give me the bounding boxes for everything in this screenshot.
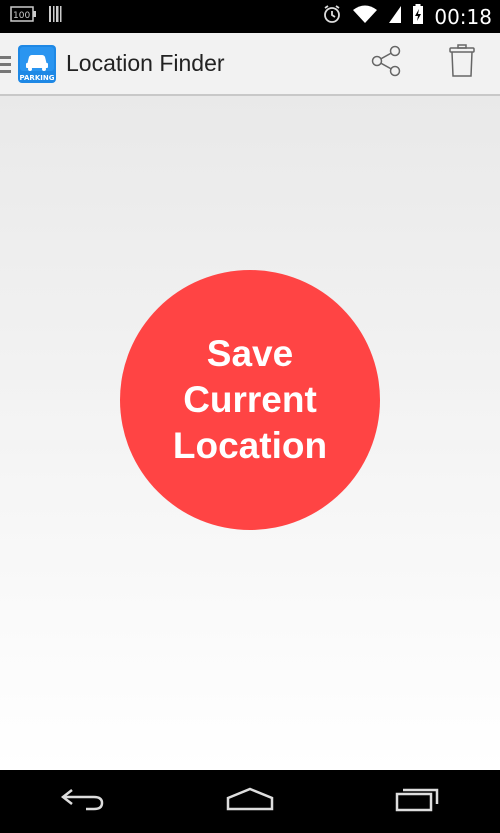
app-icon[interactable]: PARKING: [18, 44, 56, 83]
status-bar: 100 00:18: [0, 0, 500, 33]
trash-icon: [447, 43, 477, 84]
signal-icon: [388, 4, 402, 29]
save-location-label: Save Current Location: [172, 333, 328, 466]
recents-icon: [394, 786, 440, 817]
recents-button[interactable]: [372, 770, 462, 833]
save-location-button[interactable]: Save Current Location: [120, 270, 380, 530]
main-content: Save Current Location: [0, 96, 500, 770]
app-title: Location Finder: [66, 50, 225, 76]
action-bar: PARKING Location Finder: [0, 33, 500, 96]
navigation-bar: [0, 770, 500, 833]
barcode-icon: [48, 5, 64, 28]
alarm-icon: [322, 4, 342, 29]
wifi-icon: [352, 4, 378, 29]
battery-level-text: 100: [13, 11, 30, 21]
delete-button[interactable]: [424, 32, 500, 95]
back-button[interactable]: [38, 770, 128, 833]
status-time: 00:18: [434, 4, 492, 29]
back-icon: [60, 786, 106, 817]
share-icon: [368, 43, 404, 84]
app-icon-label: PARKING: [20, 74, 55, 82]
battery-charging-icon: [412, 3, 424, 30]
drawer-indicator-icon[interactable]: [0, 32, 14, 95]
battery-100-icon: 100: [10, 5, 38, 28]
home-button[interactable]: [205, 770, 295, 833]
home-icon: [225, 786, 275, 817]
share-button[interactable]: [348, 32, 424, 95]
